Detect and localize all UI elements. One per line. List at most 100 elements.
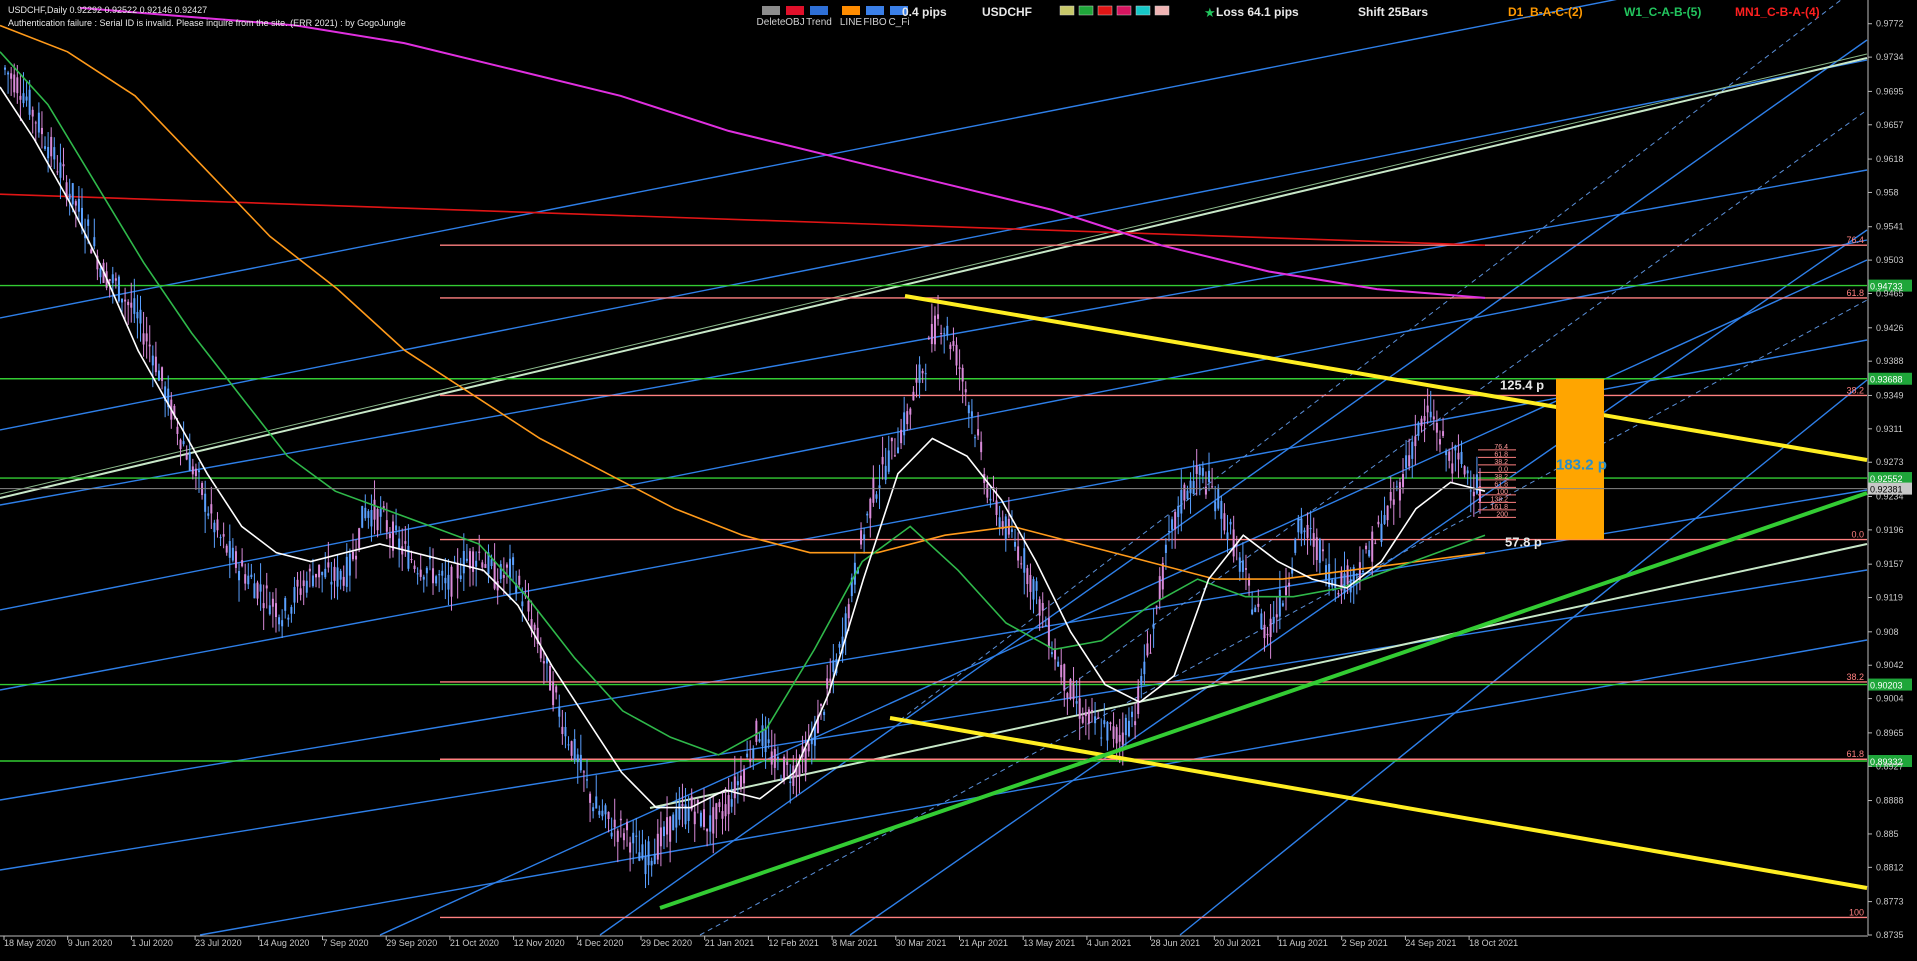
candle-body [1426,405,1429,413]
color-swatch-button[interactable] [1154,5,1170,16]
candle-body [207,513,210,516]
candle-body [918,364,921,383]
candle-body [616,830,619,842]
candle-body [324,568,327,578]
candle-body [638,852,641,861]
mini-fibo-label: 138.2 [1490,496,1508,503]
candle-body [613,819,616,828]
color-swatch-button[interactable] [1078,5,1094,16]
candle-body [718,802,721,807]
candle-body [1152,623,1155,629]
candle-body [56,171,59,173]
candle-body [1414,436,1417,447]
x-tick-label: 8 Mar 2021 [832,938,878,948]
candle-body [339,570,342,580]
candle-body [364,507,367,519]
candle-body [188,452,191,471]
candle-body [1266,633,1269,636]
candle-body [148,344,151,347]
candle-body [1195,465,1198,474]
candle-body [1435,422,1438,433]
toolbar-button-swatch[interactable] [842,6,860,15]
candle-body [1131,711,1134,718]
candle-body [318,564,321,578]
candle-body [53,147,56,160]
price-chart[interactable]: 76.461.838.20.038.261.8100125.4 p183.2 p… [0,0,1917,956]
candle-body [422,576,425,580]
toolbar-button-label[interactable]: FIBO [863,17,887,28]
toolbar-button-label[interactable]: LINE [840,17,863,28]
candle-body [90,249,93,254]
color-swatch-button[interactable] [1059,5,1075,16]
candle-body [589,793,592,803]
candle-body [1263,624,1266,639]
candle-body [1275,614,1278,618]
y-tick-label: 0.8888 [1876,796,1904,806]
candle-body [256,582,259,599]
color-swatch-button[interactable] [1097,5,1113,16]
candle-body [435,576,438,584]
candle-body [121,298,124,303]
level-price-label: 0.92552 [1870,474,1903,484]
candle-body [31,109,34,117]
candle-body [59,162,62,178]
candle-body [1158,576,1161,601]
candle-body [1466,470,1469,474]
candle-body [552,681,555,706]
toolbar-button-swatch[interactable] [762,6,780,15]
candle-body [231,547,234,561]
candle-body [1463,466,1466,475]
candle-body [955,344,958,366]
toolbar-button-label[interactable]: Delete [757,17,786,28]
candle-body [1094,716,1097,724]
candle-body [659,827,662,847]
candle-body [564,726,567,737]
candle-body [773,748,776,768]
candle-body [484,564,487,568]
candle-body [416,573,419,575]
candle-body [626,821,629,831]
candle-body [712,807,715,834]
candle-body [10,73,13,79]
x-tick-label: 12 Feb 2021 [768,938,819,948]
candle-body [1454,445,1457,451]
toolbar-button-label[interactable]: Trend [806,17,832,28]
candle-body [379,508,382,517]
color-swatch-button[interactable] [1116,5,1132,16]
toolbar-button-swatch[interactable] [810,6,828,15]
x-tick-label: 20 Jul 2021 [1214,938,1261,948]
candle-body [512,557,515,565]
candle-body [890,437,893,442]
candle-body [604,805,607,815]
candle-body [573,738,576,761]
candle-body [1272,616,1275,624]
candle-body [703,809,706,827]
y-tick-label: 0.958 [1876,187,1899,197]
candle-body [582,771,585,773]
toolbar-button-swatch[interactable] [786,6,804,15]
candle-body [308,568,311,572]
candle-body [108,279,111,281]
candle-body [185,453,188,460]
chart-area[interactable]: 76.4 61.8 38.2 0.0 38.2 61.8 100 125.4 p 183.2 p… [0,0,1917,956]
candle-body [746,753,749,758]
toolbar-button-swatch[interactable] [866,6,884,15]
candle-body [1386,505,1389,521]
candle-body [656,833,659,860]
candle-body [210,504,213,514]
candle-body [228,541,231,558]
candle-body [1167,530,1170,532]
y-tick-label: 0.9541 [1876,222,1904,232]
candle-body [1032,579,1035,600]
candle-body [1017,546,1020,561]
toolbar-button-label[interactable]: OBJ [785,17,804,28]
y-tick-label: 0.908 [1876,627,1899,637]
candle-body [681,803,684,807]
y-tick-label: 0.9695 [1876,86,1904,96]
candle-body [1177,505,1180,518]
candle-body [410,558,413,560]
y-tick-label: 0.9311 [1876,424,1903,434]
candle-body [321,571,324,576]
candle-body [1109,722,1112,724]
color-swatch-button[interactable] [1135,5,1151,16]
